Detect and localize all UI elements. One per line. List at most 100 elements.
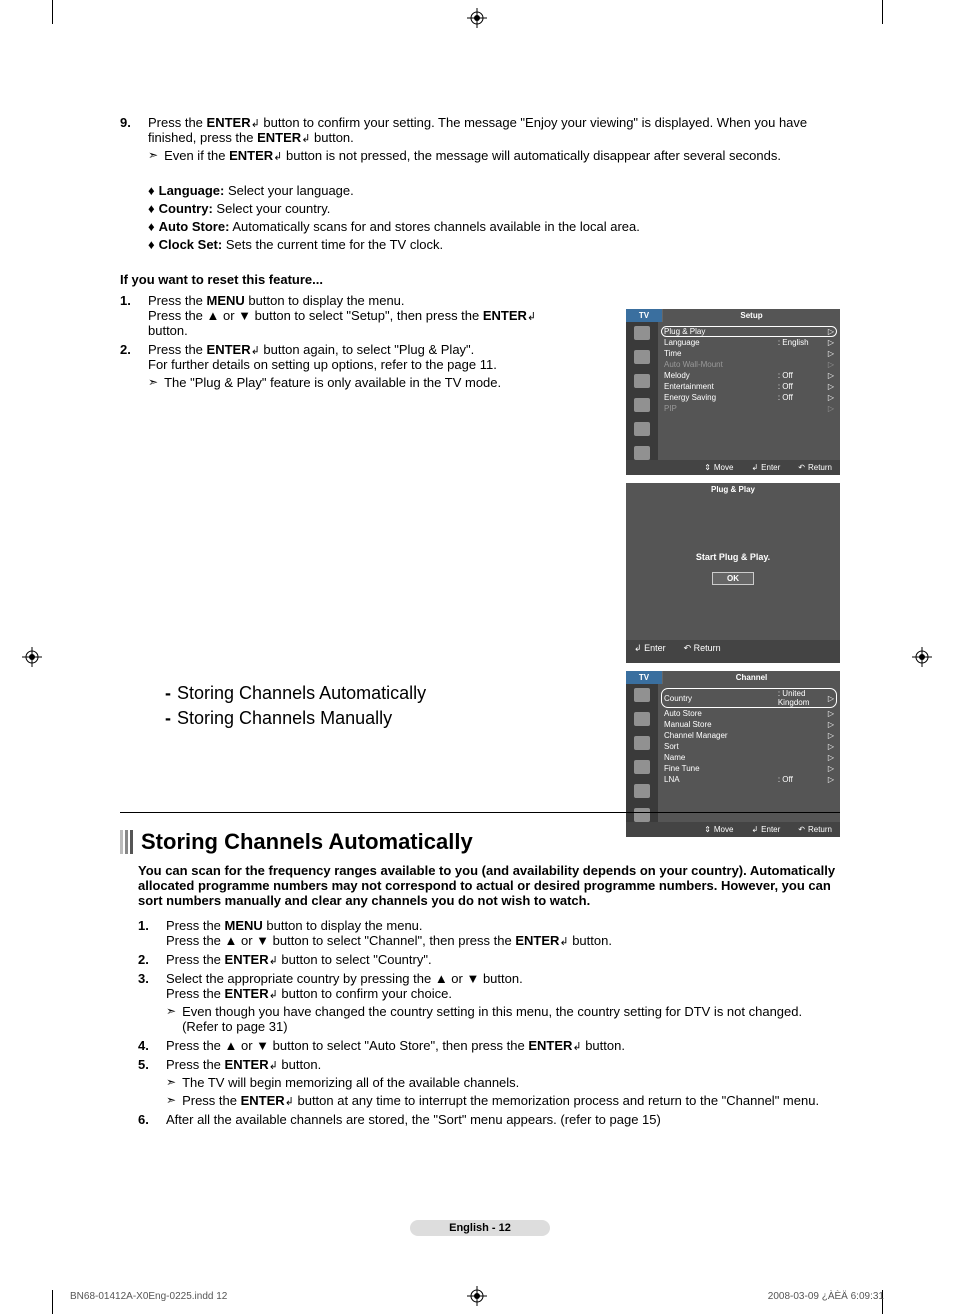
text: button is not pressed, the message will … <box>282 148 781 163</box>
note: ➣Press the ENTER↲ button at any time to … <box>166 1093 840 1108</box>
osd-menu-row[interactable]: EntertainmentOff▷ <box>664 381 834 392</box>
dash-bullet: - <box>165 708 171 728</box>
menu-label: MENU <box>207 293 245 308</box>
bold-label: ENTER <box>515 933 559 948</box>
osd-menu-row[interactable]: Sort▷ <box>664 741 834 752</box>
row-label: Language <box>664 338 778 347</box>
row-label: Name <box>664 753 778 762</box>
text: Press the ▲ or ▼ button to select "Chann… <box>166 933 515 948</box>
osd-menu-row[interactable]: Auto Wall-Mount ▷ <box>664 359 834 370</box>
row-label: Plug & Play <box>664 327 778 336</box>
bullet-text: Sets the current time for the TV clock. <box>222 237 443 252</box>
chevron-right-icon: ▷ <box>828 371 834 380</box>
osd-menu-row[interactable]: Channel Manager ▷ <box>664 730 834 741</box>
bold-label: ENTER <box>225 986 269 1001</box>
row-value: Off <box>778 371 828 380</box>
osd-sidebar-icon <box>634 760 650 774</box>
text: button to display the menu. <box>263 918 423 933</box>
osd-menu-row[interactable]: Fine Tune▷ <box>664 763 834 774</box>
step: 5.Press the ENTER↲ button.➣The TV will b… <box>138 1057 840 1108</box>
toc-item: Storing Channels Automatically <box>177 683 426 703</box>
chevron-right-icon: ▷ <box>828 764 834 773</box>
osd-menu-row[interactable]: Name▷ <box>664 752 834 763</box>
chevron-right-icon: ▷ <box>828 720 834 729</box>
text: button. <box>569 933 612 948</box>
dash-bullet: - <box>165 683 171 703</box>
text: button to select "Country". <box>278 952 432 967</box>
row-label: Auto Wall-Mount <box>664 360 778 369</box>
step-body: Select the appropriate country by pressi… <box>166 971 840 1034</box>
osd-menu-row[interactable]: Plug & Play ▷ <box>661 326 837 337</box>
row-value: Off <box>778 393 828 402</box>
osd-menu-row[interactable]: LanguageEnglish▷ <box>664 337 834 348</box>
chevron-right-icon: ▷ <box>828 360 834 369</box>
osd-menu-row[interactable]: Manual Store ▷ <box>664 719 834 730</box>
text: Press the ▲ or ▼ button to select "Auto … <box>166 1038 528 1053</box>
return-icon: ↶ <box>798 463 805 472</box>
chevron-right-icon: ▷ <box>828 709 834 718</box>
osd-message: Start Plug & Play. <box>696 552 770 562</box>
reset-step-1: 1. Press the MENU button to display the … <box>120 293 560 338</box>
print-registration-icon <box>22 647 42 667</box>
note: ➣ The "Plug & Play" feature is only avai… <box>148 375 560 390</box>
osd-menu-row[interactable]: MelodyOff▷ <box>664 370 834 381</box>
enter-icon: ↲ <box>269 988 278 1001</box>
osd-hint-return: ↶Return <box>798 463 832 472</box>
chevron-right-icon: ▷ <box>828 404 834 413</box>
step-number: 1. <box>138 918 166 948</box>
text: button again, to select "Plug & Play". <box>260 342 474 357</box>
row-label: Melody <box>664 371 778 380</box>
osd-ok-button[interactable]: OK <box>712 572 754 585</box>
chevron-right-icon: ▷ <box>828 382 834 391</box>
step-number: 9. <box>120 115 148 163</box>
osd-menu-row[interactable]: CountryUnited Kingdom▷ <box>661 688 837 708</box>
step-number: 5. <box>138 1057 166 1108</box>
text: Press the ▲ or ▼ button to select "Setup… <box>148 308 483 323</box>
step-9: 9. Press the ENTER↲ button to confirm yo… <box>120 115 840 163</box>
osd-footer: ⇕Move ↲Enter ↶Return <box>626 460 840 475</box>
chevron-right-icon: ▷ <box>828 731 834 740</box>
step-number: 4. <box>138 1038 166 1053</box>
enter-label: ENTER <box>483 308 527 323</box>
step-number: 3. <box>138 971 166 1034</box>
row-label: Channel Manager <box>664 731 778 740</box>
osd-title: Setup <box>662 309 840 322</box>
text: Press the <box>166 918 225 933</box>
row-label: Manual Store <box>664 720 778 729</box>
reset-heading: If you want to reset this feature... <box>120 272 840 287</box>
enter-icon: ↲ <box>634 643 642 653</box>
crop-mark <box>882 0 883 24</box>
row-label: PIP <box>664 404 778 413</box>
osd-menu-row[interactable]: Auto Store▷ <box>664 708 834 719</box>
osd-title: Channel <box>662 671 840 684</box>
osd-plug-and-play: Plug & Play Start Plug & Play. OK ↲ Ente… <box>626 483 840 663</box>
osd-menu-row[interactable]: Energy SavingOff▷ <box>664 392 834 403</box>
note-arrow-icon: ➣ <box>166 1004 176 1018</box>
osd-menu-row[interactable]: Time▷ <box>664 348 834 359</box>
enter-icon: ↲ <box>751 463 758 472</box>
text: Even if the <box>164 148 229 163</box>
enter-label: ENTER <box>257 130 301 145</box>
osd-hint-enter: ↲Enter <box>751 463 780 472</box>
step: 4.Press the ▲ or ▼ button to select "Aut… <box>138 1038 840 1053</box>
chevron-right-icon: ▷ <box>828 327 834 336</box>
bold-label: MENU <box>225 918 263 933</box>
osd-menu-row[interactable]: LNAOff▷ <box>664 774 834 785</box>
heading-bars-icon <box>120 830 133 854</box>
osd-sidebar <box>626 684 658 822</box>
row-value: United Kingdom <box>778 689 828 707</box>
step-body: Press the ENTER↲ button to confirm your … <box>148 115 840 163</box>
text: Press the <box>148 342 207 357</box>
note-text: The TV will begin memorizing all of the … <box>182 1075 519 1090</box>
osd-sidebar-icon <box>634 422 650 436</box>
osd-hint-move: ⇕Move <box>704 463 733 472</box>
storing-channels-automatically-section: Storing Channels Automatically You can s… <box>120 829 840 1131</box>
osd-hint-enter: ↲ Enter <box>634 643 666 654</box>
bold-label: ENTER <box>225 952 269 967</box>
enter-icon: ↲ <box>527 310 536 323</box>
text: Press the <box>166 986 225 1001</box>
section-intro: You can scan for the frequency ranges av… <box>120 863 840 908</box>
row-label: Sort <box>664 742 778 751</box>
diamond-bullet-icon: ♦ <box>148 201 155 216</box>
osd-menu-row[interactable]: PIP ▷ <box>664 403 834 414</box>
